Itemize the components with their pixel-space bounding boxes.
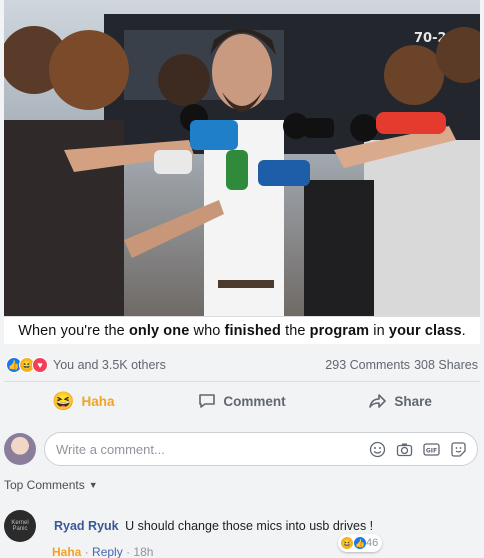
comment-placeholder: Write a comment... [56,441,165,457]
press-photo: 70-29 [4,0,480,316]
comment-timestamp[interactable]: 18h [133,545,153,558]
caption-emphasis: program [309,322,370,339]
comment-icon [199,394,216,408]
caption-run: . [461,322,466,339]
love-icon: ♥ [32,357,48,373]
comment-reaction-count: 46 [366,537,379,549]
comment-sort-label: Top Comments [4,478,85,492]
haha-icon: 😆 [340,536,354,550]
commenter-avatar[interactable]: Kernel Panic [4,510,36,542]
emoji-icon[interactable] [369,441,386,458]
comment-haha-button[interactable]: Haha [52,545,81,558]
comment-sort-dropdown[interactable]: Top Comments ▼ [4,478,98,492]
reaction-icons[interactable]: 👍 😆 ♥ [6,357,48,373]
share-button[interactable]: Share [321,384,480,418]
comment-reply-button[interactable]: Reply [92,545,123,558]
comment-author-link[interactable]: Ryad Ryuk [54,519,119,533]
sticker-icon[interactable] [450,441,467,458]
reaction-summary-bar: 👍 😆 ♥ You and 3.5K others 293 Comments 3… [0,352,484,378]
haha-icon: 😆 [52,391,75,411]
caret-down-icon: ▼ [88,480,98,490]
caption-run: When you're the [18,322,129,339]
comment-text: U should change those mics into usb driv… [125,519,374,533]
gif-icon[interactable]: GIF [423,441,440,458]
comment-reactions[interactable]: 😆 👍 46 [338,534,383,552]
meme-caption: When you're the only one who finished th… [4,316,480,344]
caption-text: When you're the only one who finished th… [18,323,466,339]
avatar-text: Kernel Panic [11,520,29,532]
reactors-summary[interactable]: You and 3.5K others [53,358,166,372]
camera-icon[interactable] [396,441,413,458]
press-scrum-illustration: 70-29 [4,14,480,316]
share-icon [369,394,387,408]
caption-emphasis: finished [224,322,281,339]
share-label: Share [394,393,432,409]
divider [4,381,480,382]
shares-count-link[interactable]: 308 Shares [414,358,478,372]
comment-item: Kernel Panic Ryad Ryuk U should change t… [0,506,484,558]
caption-run: the [280,322,310,339]
haha-label: Haha [81,393,115,409]
haha-reaction-button[interactable]: 😆 Haha [4,384,163,418]
caption-run: in [369,322,389,339]
post-action-bar: 😆 Haha Comment Share [4,384,480,418]
caption-run: who [189,322,225,339]
comment-button[interactable]: Comment [163,384,322,418]
comment-input[interactable]: Write a comment... GIF [44,432,478,466]
caption-emphasis: only one [128,322,190,339]
comment-label: Comment [223,393,286,409]
comment-meta: Haha · Reply · 18h [52,545,154,558]
svg-text:GIF: GIF [426,448,437,455]
comment-composer: Write a comment... GIF [0,425,484,477]
like-icon: 👍 [353,536,367,550]
current-user-avatar[interactable] [4,433,36,465]
caption-emphasis: your class [388,322,462,339]
comments-count-link[interactable]: 293 Comments [325,358,410,372]
post-image[interactable]: 70-29 When you're the only one who finis… [4,0,480,344]
comment-bubble: Ryad Ryuk U should change those mics int… [44,510,384,544]
